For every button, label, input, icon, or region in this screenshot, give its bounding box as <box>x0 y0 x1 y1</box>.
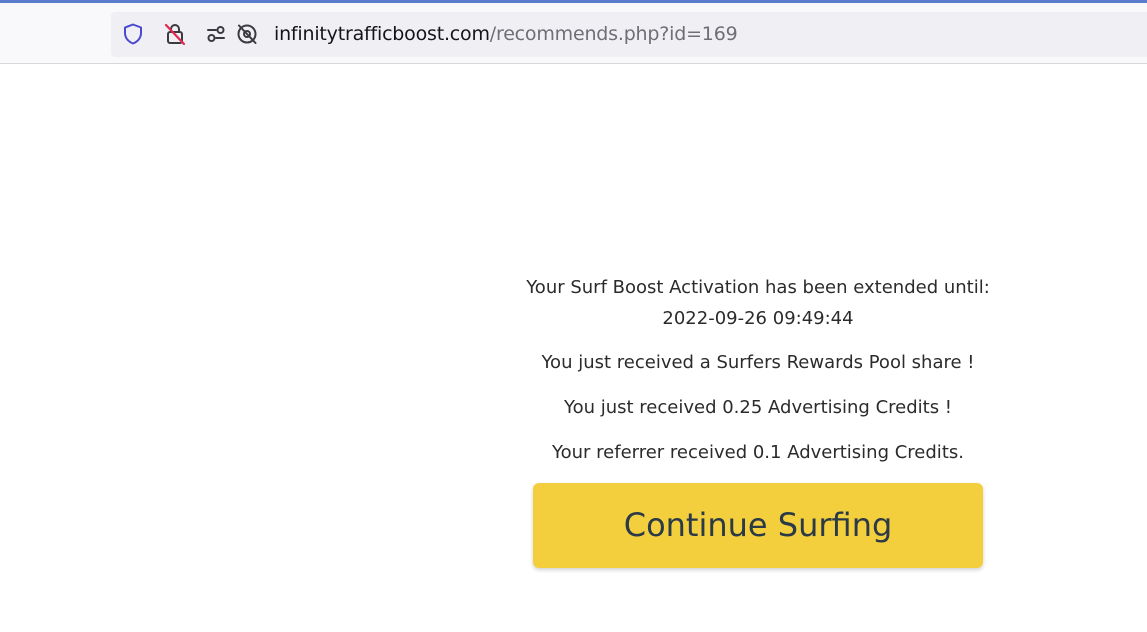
browser-toolbar: infinitytrafficboost.com/recommends.php?… <box>0 3 1147 64</box>
permissions-icon[interactable] <box>204 22 228 46</box>
insecure-lock-icon[interactable] <box>163 22 187 46</box>
extension-date: 2022-09-26 09:49:44 <box>662 308 854 329</box>
extension-message: Your Surf Boost Activation has been exte… <box>526 277 990 298</box>
url-host: infinitytrafficboost.com <box>274 23 490 45</box>
url-path: /recommends.php?id=169 <box>489 23 738 45</box>
tracking-blocked-icon[interactable] <box>235 22 259 46</box>
url-text[interactable]: infinitytrafficboost.com/recommends.php?… <box>274 22 738 46</box>
shield-icon[interactable] <box>121 22 145 46</box>
address-bar[interactable]: infinitytrafficboost.com/recommends.php?… <box>111 12 1147 57</box>
credits-message: You just received 0.25 Advertising Credi… <box>563 397 953 418</box>
pool-share-message: You just received a Surfers Rewards Pool… <box>541 352 975 373</box>
continue-surfing-button[interactable]: Continue Surfing <box>533 483 983 568</box>
page-content: Your Surf Boost Activation has been exte… <box>0 64 1147 632</box>
referrer-message: Your referrer received 0.1 Advertising C… <box>552 442 964 463</box>
